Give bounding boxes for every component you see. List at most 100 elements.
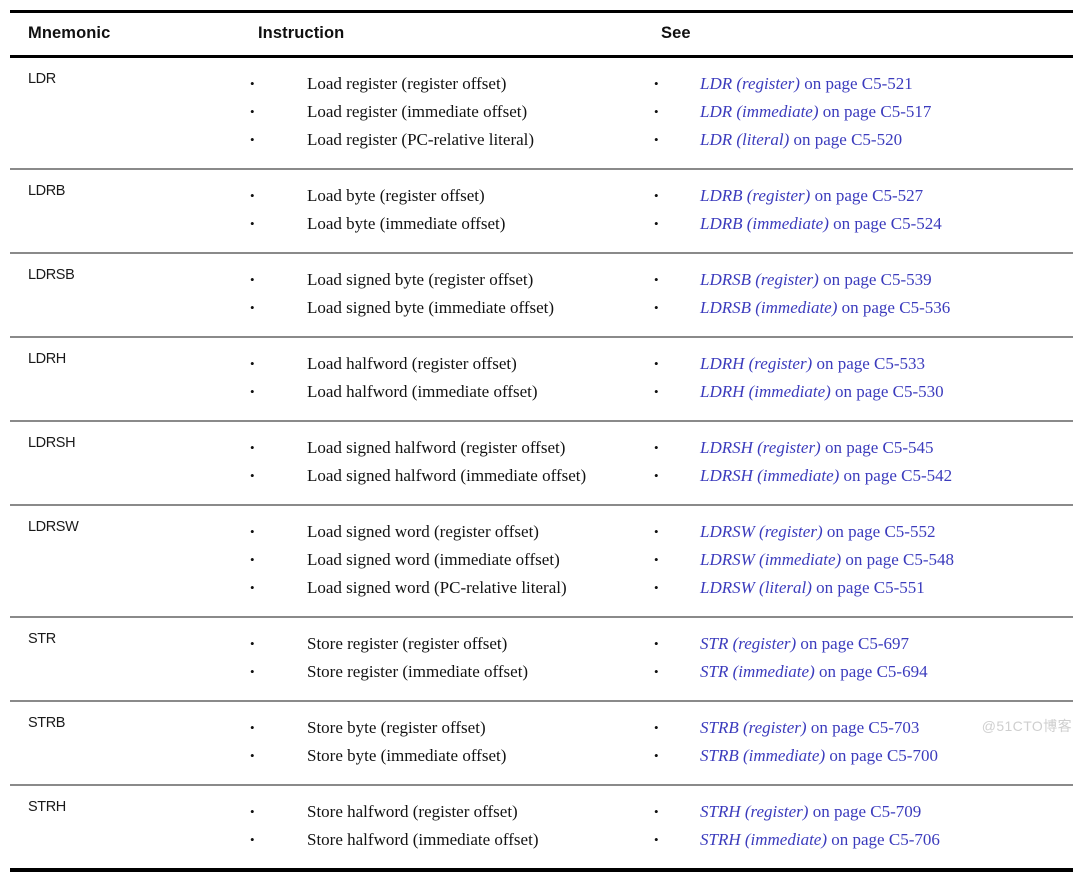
list-item: Store register (register offset) [248, 630, 652, 658]
instruction-list: Store byte (register offset)Store byte (… [248, 714, 652, 770]
list-item[interactable]: LDRSB (register) on page C5-539 [652, 266, 1073, 294]
cross-reference-page[interactable]: on page C5-703 [807, 718, 920, 737]
instruction-set-table: Mnemonic Instruction See LDRLoad registe… [10, 10, 1073, 872]
cross-reference-page[interactable]: on page C5-545 [821, 438, 934, 457]
cross-reference-link[interactable]: STRB (immediate) [700, 746, 825, 765]
cross-reference-page[interactable]: on page C5-530 [831, 382, 944, 401]
cross-reference-link[interactable]: LDR (register) [700, 74, 800, 93]
list-item[interactable]: LDR (immediate) on page C5-517 [652, 98, 1073, 126]
list-item[interactable]: LDRSB (immediate) on page C5-536 [652, 294, 1073, 322]
cross-reference-page[interactable]: on page C5-520 [789, 130, 903, 149]
see-reference-list: LDRSW (register) on page C5-552LDRSW (im… [652, 518, 1073, 602]
list-item[interactable]: LDRSW (register) on page C5-552 [652, 518, 1073, 546]
cross-reference-link[interactable]: LDRSW (immediate) [700, 550, 841, 569]
list-item: Store halfword (immediate offset) [248, 826, 652, 854]
watermark: @51CTO博客 [981, 718, 1072, 734]
list-item[interactable]: STRB (immediate) on page C5-700 [652, 742, 1073, 770]
list-item[interactable]: STR (register) on page C5-697 [652, 630, 1073, 658]
cross-reference-page[interactable]: on page C5-548 [841, 550, 954, 569]
cross-reference-page[interactable]: on page C5-524 [829, 214, 942, 233]
cross-reference-page[interactable]: on page C5-521 [800, 74, 913, 93]
table-row: STRHStore halfword (register offset)Stor… [10, 785, 1073, 872]
instruction-list: Store halfword (register offset)Store ha… [248, 798, 652, 854]
cell-see: LDRH (register) on page C5-533LDRH (imme… [652, 337, 1073, 422]
see-reference-list: LDR (register) on page C5-521LDR (immedi… [652, 70, 1073, 154]
cell-mnemonic: STR [10, 617, 248, 702]
cross-reference-page[interactable]: on page C5-552 [823, 522, 936, 541]
list-item[interactable]: LDRSW (immediate) on page C5-548 [652, 546, 1073, 574]
see-reference-list: LDRSH (register) on page C5-545LDRSH (im… [652, 434, 1073, 490]
cross-reference-link[interactable]: STRB (register) [700, 718, 807, 737]
list-item[interactable]: LDRSW (literal) on page C5-551 [652, 574, 1073, 602]
list-item: Load register (register offset) [248, 70, 652, 98]
cross-reference-page[interactable]: on page C5-706 [827, 830, 940, 849]
cross-reference-page[interactable]: on page C5-536 [837, 298, 951, 317]
cell-see: LDRB (register) on page C5-527LDRB (imme… [652, 169, 1073, 254]
list-item[interactable]: LDRH (immediate) on page C5-530 [652, 378, 1073, 406]
cross-reference-link[interactable]: STR (register) [700, 634, 796, 653]
cell-see: LDR (register) on page C5-521LDR (immedi… [652, 56, 1073, 170]
list-item: Load register (PC-relative literal) [248, 126, 652, 154]
cross-reference-link[interactable]: LDRSB (immediate) [700, 298, 837, 317]
cross-reference-page[interactable]: on page C5-700 [825, 746, 938, 765]
list-item[interactable]: STRH (register) on page C5-709 [652, 798, 1073, 826]
cross-reference-link[interactable]: LDRH (register) [700, 354, 812, 373]
table-row: LDRLoad register (register offset)Load r… [10, 56, 1073, 170]
cell-instruction: Load register (register offset) Load regi… [248, 56, 652, 170]
cross-reference-link[interactable]: LDRSH (register) [700, 438, 821, 457]
instruction-list: Load halfword (register offset)Load half… [248, 350, 652, 406]
cross-reference-link[interactable]: LDRB (register) [700, 186, 810, 205]
list-item: Load signed halfword (register offset) [248, 434, 652, 462]
cross-reference-page[interactable]: on page C5-527 [810, 186, 924, 205]
cross-reference-page[interactable]: on page C5-539 [819, 270, 932, 289]
cell-instruction: Load signed halfword (register offset)Lo… [248, 421, 652, 506]
list-item[interactable]: LDRB (immediate) on page C5-524 [652, 210, 1073, 238]
list-item[interactable]: LDRH (register) on page C5-533 [652, 350, 1073, 378]
cell-instruction: Load signed word (register offset)Load s… [248, 505, 652, 618]
list-item[interactable]: STRH (immediate) on page C5-706 [652, 826, 1073, 854]
cross-reference-page[interactable]: on page C5-542 [839, 466, 953, 485]
cross-reference-link[interactable]: LDRSB (register) [700, 270, 819, 289]
cross-reference-link[interactable]: STRH (register) [700, 802, 808, 821]
list-item[interactable]: LDR (register) on page C5-521 [652, 70, 1073, 98]
list-item: Load signed halfword (immediate offset) [248, 462, 652, 490]
cell-mnemonic: LDRSB [10, 253, 248, 338]
list-item[interactable]: LDR (literal) on page C5-520 [652, 126, 1073, 154]
list-item[interactable]: STR (immediate) on page C5-694 [652, 658, 1073, 686]
cell-instruction: Store byte (register offset)Store byte (… [248, 701, 652, 786]
cross-reference-link[interactable]: LDRSW (literal) [700, 578, 812, 597]
list-item: Store byte (register offset) [248, 714, 652, 742]
cell-see: LDRSB (register) on page C5-539LDRSB (im… [652, 253, 1073, 338]
see-reference-list: LDRSB (register) on page C5-539LDRSB (im… [652, 266, 1073, 322]
cross-reference-link[interactable]: LDRSW (register) [700, 522, 823, 541]
table-row: STRStore register (register offset)Store… [10, 617, 1073, 702]
cell-see: STRH (register) on page C5-709STRH (imme… [652, 785, 1073, 872]
instruction-list: Load signed word (register offset)Load s… [248, 518, 652, 602]
cross-reference-link[interactable]: LDRH (immediate) [700, 382, 831, 401]
cross-reference-link[interactable]: STRH (immediate) [700, 830, 827, 849]
cross-reference-page[interactable]: on page C5-697 [796, 634, 909, 653]
cross-reference-page[interactable]: on page C5-533 [812, 354, 925, 373]
list-item: Load signed byte (register offset) [248, 266, 652, 294]
instruction-list: Load byte (register offset)Load byte (im… [248, 182, 652, 238]
table-header: Mnemonic Instruction See [10, 11, 1073, 58]
cross-reference-link[interactable]: LDR (immediate) [700, 102, 819, 121]
table-row: LDRHLoad halfword (register offset)Load … [10, 337, 1073, 422]
cross-reference-link[interactable]: LDRSH (immediate) [700, 466, 839, 485]
cross-reference-link[interactable]: LDRB (immediate) [700, 214, 829, 233]
list-item[interactable]: LDRSH (register) on page C5-545 [652, 434, 1073, 462]
cell-mnemonic: STRB [10, 701, 248, 786]
cross-reference-page[interactable]: on page C5-694 [815, 662, 928, 681]
list-item[interactable]: LDRB (register) on page C5-527 [652, 182, 1073, 210]
list-item[interactable]: LDRSH (immediate) on page C5-542 [652, 462, 1073, 490]
cross-reference-page[interactable]: on page C5-551 [812, 578, 925, 597]
cross-reference-page[interactable]: on page C5-517 [819, 102, 932, 121]
cross-reference-link[interactable]: LDR (literal) [700, 130, 789, 149]
cross-reference-link[interactable]: STR (immediate) [700, 662, 815, 681]
list-item: Store halfword (register offset) [248, 798, 652, 826]
table-row: LDRSWLoad signed word (register offset)L… [10, 505, 1073, 618]
column-header-instruction: Instruction [248, 11, 652, 58]
instruction-list: Load signed byte (register offset)Load s… [248, 266, 652, 322]
see-reference-list: LDRB (register) on page C5-527LDRB (imme… [652, 182, 1073, 238]
cross-reference-page[interactable]: on page C5-709 [808, 802, 922, 821]
